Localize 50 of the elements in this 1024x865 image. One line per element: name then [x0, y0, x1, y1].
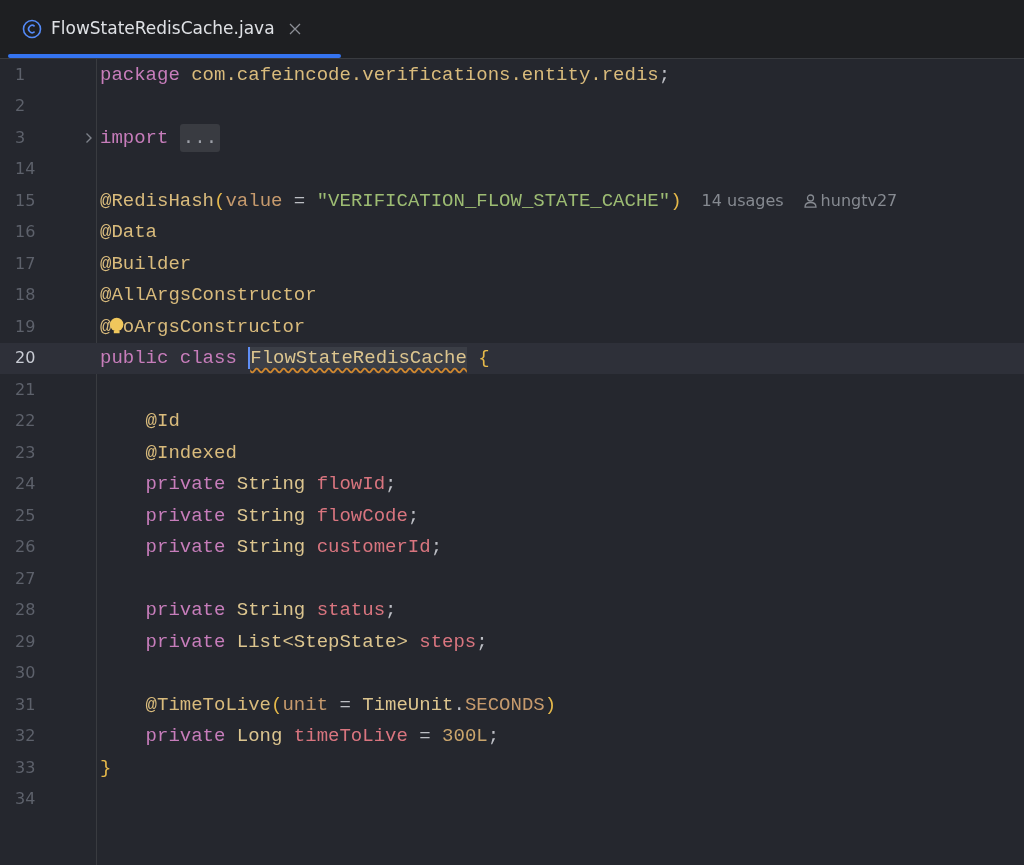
class-icon: [22, 18, 42, 39]
line-number: 3: [14, 126, 27, 149]
line-number: 23: [14, 441, 37, 464]
line-number: 2: [14, 95, 27, 118]
code-line: @TimeToLive(unit = TimeUnit.SECONDS): [144, 692, 557, 718]
code-line: @Indexed: [144, 440, 237, 466]
close-icon[interactable]: [288, 22, 301, 35]
code-line: package com.cafeincode.verifications.entity.redis;: [100, 62, 671, 88]
line-number: 24: [14, 473, 37, 496]
code-line: oArgsConstructor: [122, 314, 306, 340]
author-name: hungtv27: [820, 189, 898, 212]
code-line: private String customerId;: [144, 535, 443, 560]
line-number: 18: [14, 284, 37, 307]
line-number: 29: [14, 630, 37, 653]
code-line: }: [100, 755, 112, 781]
line-number: 26: [14, 536, 37, 559]
usages-hint[interactable]: 14 usages: [701, 188, 784, 213]
line-number: 20: [14, 347, 37, 370]
line-number: 27: [14, 567, 37, 590]
line-number: 21: [14, 378, 37, 401]
code-line: @Builder: [100, 251, 192, 277]
code-line: import: [100, 125, 170, 151]
code-line: @Id: [144, 409, 180, 434]
folded-code-button[interactable]: ...: [179, 123, 221, 152]
code-line: @AllArgsConstructor: [100, 283, 317, 308]
code-line: private List<StepState> steps;: [144, 629, 488, 655]
code-line: @RedisHash(value = "VERIFICATION_FLOW_STATE_CACHE"): [100, 188, 682, 214]
line-number: 22: [14, 410, 37, 433]
line-number: 19: [14, 315, 37, 338]
line-number: 28: [14, 599, 37, 622]
code-line: private String status;: [144, 598, 397, 623]
line-number: 1: [14, 63, 27, 86]
line-number: 31: [14, 693, 37, 716]
line-number: 15: [14, 189, 37, 212]
code-line: private String flowCode;: [144, 503, 420, 529]
code-line: public class FlowStateRedisCache {: [100, 346, 490, 371]
line-number: 25: [14, 504, 37, 527]
chevron-right-icon[interactable]: [84, 131, 93, 144]
line-number: 17: [14, 252, 37, 275]
code-line: @: [100, 314, 112, 340]
code-line: private Long timeToLive = 300L;: [144, 724, 500, 749]
line-number: 30: [14, 662, 37, 685]
line-number: 16: [14, 221, 37, 244]
code-line: @Data: [100, 220, 157, 245]
line-number: 32: [14, 725, 37, 748]
line-number: 33: [14, 756, 37, 779]
code-line: private String flowId;: [144, 472, 397, 497]
line-number: 34: [14, 788, 37, 811]
line-number: 14: [14, 158, 37, 181]
user-icon: [803, 193, 817, 208]
